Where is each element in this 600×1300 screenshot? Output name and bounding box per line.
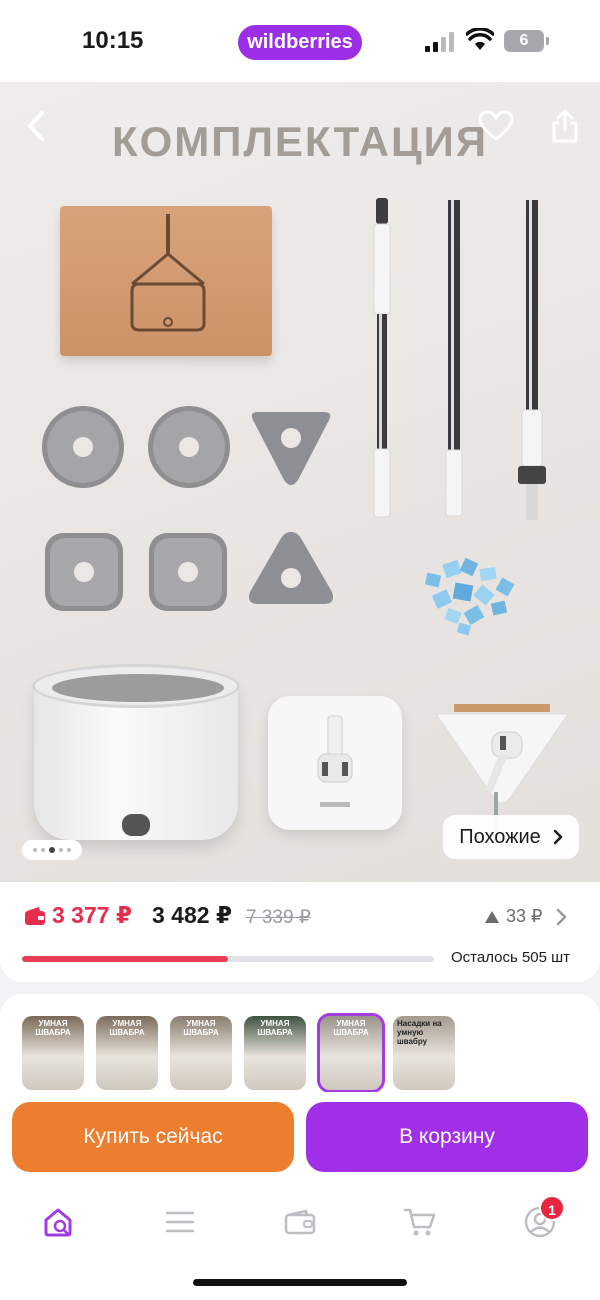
stock-progress-bar <box>22 956 434 962</box>
triangle-pad-image <box>249 532 333 604</box>
triangle-pad-image <box>251 412 331 485</box>
wallet-icon <box>284 1209 316 1235</box>
pagination-dot-active <box>49 847 55 853</box>
chevron-left-icon <box>28 111 44 141</box>
similar-label: Похожие <box>459 825 541 848</box>
tab-cart[interactable] <box>398 1200 442 1244</box>
cart-icon <box>403 1208 436 1236</box>
price-trend-value: 33 ₽ <box>506 906 543 926</box>
pagination-dot <box>59 848 63 852</box>
box-image <box>60 206 272 356</box>
stock-progress-fill <box>22 956 228 962</box>
pagination-dot <box>41 848 45 852</box>
chevron-right-icon <box>557 908 567 925</box>
square-mop-head-image <box>268 696 402 830</box>
similar-products-button[interactable]: Похожие <box>443 815 579 859</box>
detergent-crystals-image <box>424 557 515 636</box>
home-search-icon <box>44 1208 72 1237</box>
variant-thumbnail[interactable]: УМНАЯ ШВАБРА <box>244 1016 306 1090</box>
chevron-right-icon <box>553 829 563 845</box>
status-bar: 10:15 wildberries 6 <box>0 0 600 82</box>
triangle-up-icon <box>485 910 499 923</box>
spin-bucket-image <box>32 664 240 840</box>
mop-handle-poles-image <box>373 198 546 520</box>
share-icon <box>552 109 578 143</box>
back-button[interactable] <box>14 104 58 148</box>
product-gallery[interactable]: КОМПЛЕКТАЦИЯ Похожие <box>0 82 600 882</box>
square-pad-image <box>149 533 227 611</box>
old-price: 7 339 ₽ <box>246 907 311 928</box>
pagination-dot <box>33 848 37 852</box>
square-pad-image <box>45 533 123 611</box>
variant-thumbnail[interactable]: УМНАЯ ШВАБРА <box>96 1016 158 1090</box>
buy-now-button[interactable]: Купить сейчас <box>12 1102 294 1172</box>
current-price: 3 482 ₽ <box>152 902 232 928</box>
signal-icon <box>425 32 457 52</box>
wallet-icon <box>25 907 45 925</box>
favorite-button[interactable] <box>474 104 518 148</box>
share-button[interactable] <box>543 104 587 148</box>
tab-home[interactable] <box>38 1200 82 1244</box>
menu-icon <box>165 1211 195 1233</box>
price-card: 3 377 ₽ 3 482 ₽ 7 339 ₽ 33 ₽ Осталось 50… <box>0 882 600 982</box>
variant-thumbnail-selected[interactable]: УМНАЯ ШВАБРА <box>317 1013 385 1093</box>
home-indicator <box>193 1279 407 1286</box>
round-pad-image <box>42 406 124 488</box>
cart-badge: 1 <box>539 1195 565 1221</box>
status-time: 10:15 <box>82 27 144 54</box>
battery-icon: 6 <box>504 30 549 52</box>
wifi-icon <box>465 27 495 57</box>
wallet-price: 3 377 ₽ <box>52 902 132 928</box>
stock-remaining: Осталось 505 шт <box>451 949 571 966</box>
purchase-actions: Купить сейчас В корзину <box>0 1092 600 1188</box>
brand-logo: wildberries <box>238 25 362 60</box>
heart-icon <box>478 110 514 141</box>
add-to-cart-button[interactable]: В корзину <box>306 1102 588 1172</box>
round-pad-image <box>148 406 230 488</box>
tab-wallet[interactable] <box>278 1200 322 1244</box>
variant-thumbnail[interactable]: УМНАЯ ШВАБРА <box>170 1016 232 1090</box>
price-trend-button[interactable]: 33 ₽ <box>484 906 568 927</box>
variant-thumbnail[interactable]: Насадки на умную швабру <box>393 1016 455 1090</box>
pagination-dot <box>67 848 71 852</box>
gallery-pagination <box>22 840 82 860</box>
variant-thumbnail[interactable]: УМНАЯ ШВАБРА <box>22 1016 84 1090</box>
tab-catalog[interactable] <box>158 1200 202 1244</box>
